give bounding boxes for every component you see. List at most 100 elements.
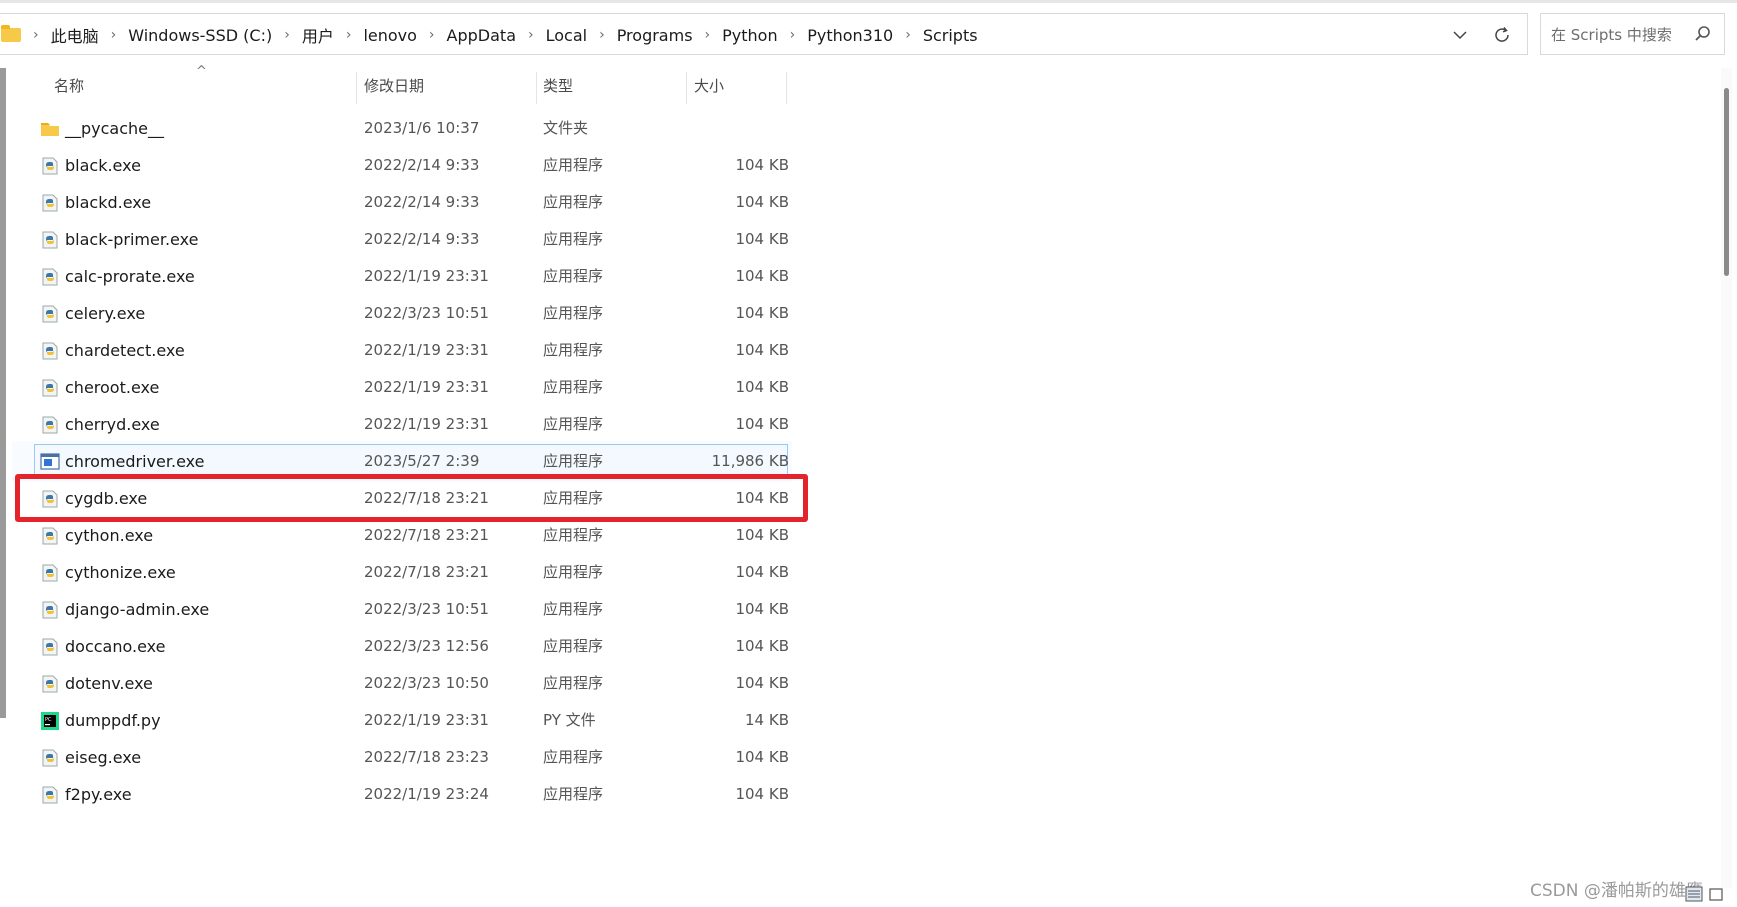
python-exe-icon bbox=[40, 267, 60, 287]
table-row[interactable]: black-primer.exe 2022/2/14 9:33 应用程序 104 KB bbox=[12, 219, 792, 260]
file-name[interactable]: cheroot.exe bbox=[65, 367, 159, 408]
refresh-icon[interactable] bbox=[1491, 24, 1513, 46]
file-size: 104 KB bbox=[735, 674, 789, 692]
file-type: 应用程序 bbox=[543, 267, 604, 285]
file-size: 104 KB bbox=[735, 785, 789, 803]
table-row[interactable]: black.exe 2022/2/14 9:33 应用程序 104 KB bbox=[12, 145, 792, 186]
table-row[interactable]: __pycache__ 2023/1/6 10:37 文件夹 bbox=[12, 108, 792, 149]
file-date: 2022/2/14 9:33 bbox=[364, 230, 480, 248]
breadcrumb-item[interactable]: AppData bbox=[443, 26, 520, 45]
folder-icon bbox=[1, 25, 21, 42]
file-name[interactable]: cythonize.exe bbox=[65, 552, 176, 593]
vertical-scrollbar-thumb[interactable] bbox=[1724, 88, 1729, 276]
column-type-header[interactable]: 类型 bbox=[543, 68, 573, 104]
file-type: 应用程序 bbox=[543, 415, 604, 433]
table-row[interactable]: eiseg.exe 2022/7/18 23:23 应用程序 104 KB bbox=[12, 737, 792, 778]
file-name[interactable]: f2py.exe bbox=[65, 774, 132, 815]
file-name[interactable]: dumppdf.py bbox=[65, 700, 161, 741]
breadcrumb-item[interactable]: Local bbox=[542, 26, 591, 45]
file-size: 104 KB bbox=[735, 600, 789, 618]
search-icon[interactable] bbox=[1693, 24, 1713, 44]
file-date: 2022/7/18 23:23 bbox=[364, 748, 489, 766]
file-type: 应用程序 bbox=[543, 637, 604, 655]
table-row[interactable]: cherryd.exe 2022/1/19 23:31 应用程序 104 KB bbox=[12, 404, 792, 445]
breadcrumb-item[interactable]: Python310 bbox=[803, 26, 897, 45]
chevron-right-icon[interactable]: › bbox=[520, 27, 542, 43]
file-size: 14 KB bbox=[745, 711, 789, 729]
table-row[interactable]: django-admin.exe 2022/3/23 10:51 应用程序 104 K… bbox=[12, 589, 792, 630]
column-header: 名称 ^ 修改日期 类型 大小 bbox=[12, 64, 812, 104]
view-toggle-icons[interactable] bbox=[1680, 884, 1730, 904]
file-name[interactable]: eiseg.exe bbox=[65, 737, 141, 778]
file-name[interactable]: django-admin.exe bbox=[65, 589, 209, 630]
table-row[interactable]: chardetect.exe 2022/1/19 23:31 应用程序 104 KB bbox=[12, 330, 792, 371]
navigation-pane-scrollbar[interactable] bbox=[0, 68, 6, 718]
file-name[interactable]: black.exe bbox=[65, 145, 141, 186]
python-exe-icon bbox=[40, 748, 60, 768]
file-name[interactable]: dotenv.exe bbox=[65, 663, 153, 704]
file-type: 应用程序 bbox=[543, 230, 604, 248]
breadcrumb-item[interactable]: Programs bbox=[613, 26, 697, 45]
address-bar[interactable]: › 此电脑 › Windows-SSD (C:) › 用户 › lenovo › AppData ›… bbox=[0, 13, 1528, 55]
file-type: PY 文件 bbox=[543, 711, 596, 729]
chevron-right-icon[interactable]: › bbox=[276, 27, 298, 43]
file-name[interactable]: doccano.exe bbox=[65, 626, 165, 667]
chevron-right-icon[interactable]: › bbox=[338, 27, 360, 43]
breadcrumb-item[interactable]: Windows-SSD (C:) bbox=[124, 26, 276, 45]
chevron-right-icon[interactable]: › bbox=[103, 27, 125, 43]
chevron-right-icon[interactable]: › bbox=[421, 27, 443, 43]
svg-text:PC: PC bbox=[45, 717, 52, 723]
column-divider[interactable] bbox=[786, 72, 787, 104]
file-date: 2022/1/19 23:24 bbox=[364, 785, 489, 803]
breadcrumb-item[interactable]: lenovo bbox=[359, 26, 420, 45]
python-exe-icon bbox=[40, 378, 60, 398]
search-input[interactable] bbox=[1549, 22, 1693, 48]
table-row[interactable]: f2py.exe 2022/1/19 23:24 应用程序 104 KB bbox=[12, 774, 792, 815]
column-divider[interactable] bbox=[686, 72, 687, 104]
file-name[interactable]: chardetect.exe bbox=[65, 330, 185, 371]
chevron-right-icon[interactable]: › bbox=[782, 27, 804, 43]
file-date: 2023/1/6 10:37 bbox=[364, 119, 480, 137]
file-type: 应用程序 bbox=[543, 600, 604, 618]
breadcrumb-item[interactable]: 用户 bbox=[298, 23, 338, 47]
column-divider[interactable] bbox=[356, 72, 357, 104]
python-exe-icon bbox=[40, 156, 60, 176]
breadcrumb-item[interactable]: Python bbox=[718, 26, 781, 45]
chevron-right-icon[interactable]: › bbox=[897, 27, 919, 43]
chevron-down-icon[interactable] bbox=[1450, 25, 1470, 45]
table-row[interactable]: cythonize.exe 2022/7/18 23:21 应用程序 104 KB bbox=[12, 552, 792, 593]
file-type: 应用程序 bbox=[543, 785, 604, 803]
table-row[interactable]: cheroot.exe 2022/1/19 23:31 应用程序 104 KB bbox=[12, 367, 792, 408]
column-size-header[interactable]: 大小 bbox=[694, 68, 724, 104]
chevron-right-icon[interactable]: › bbox=[697, 27, 719, 43]
file-name[interactable]: calc-prorate.exe bbox=[65, 256, 195, 297]
file-type: 应用程序 bbox=[543, 748, 604, 766]
table-row[interactable]: calc-prorate.exe 2022/1/19 23:31 应用程序 104 K… bbox=[12, 256, 792, 297]
window-top-edge bbox=[0, 0, 1737, 3]
python-exe-icon bbox=[40, 637, 60, 657]
file-name[interactable]: blackd.exe bbox=[65, 182, 151, 223]
table-row[interactable]: dotenv.exe 2022/3/23 10:50 应用程序 104 KB bbox=[12, 663, 792, 704]
breadcrumb-item[interactable]: 此电脑 bbox=[47, 23, 103, 47]
table-row[interactable]: celery.exe 2022/3/23 10:51 应用程序 104 KB bbox=[12, 293, 792, 334]
column-divider[interactable] bbox=[536, 72, 537, 104]
table-row[interactable]: blackd.exe 2022/2/14 9:33 应用程序 104 KB bbox=[12, 182, 792, 223]
breadcrumb-item[interactable]: Scripts bbox=[919, 26, 982, 45]
chevron-right-icon[interactable]: › bbox=[591, 27, 613, 43]
chevron-right-icon[interactable]: › bbox=[25, 27, 47, 43]
table-row[interactable]: PC dumppdf.py 2022/1/19 23:31 PY 文件 14 KB bbox=[12, 700, 792, 741]
python-exe-icon bbox=[40, 304, 60, 324]
search-box[interactable] bbox=[1540, 13, 1725, 55]
file-size: 104 KB bbox=[735, 637, 789, 655]
file-name[interactable]: __pycache__ bbox=[65, 108, 164, 149]
file-type: 应用程序 bbox=[543, 378, 604, 396]
file-name[interactable]: cherryd.exe bbox=[65, 404, 160, 445]
file-date: 2022/3/23 10:51 bbox=[364, 600, 489, 618]
python-exe-icon bbox=[40, 785, 60, 805]
file-name[interactable]: celery.exe bbox=[65, 293, 145, 334]
file-name[interactable]: black-primer.exe bbox=[65, 219, 198, 260]
python-exe-icon bbox=[40, 526, 60, 546]
column-date-header[interactable]: 修改日期 bbox=[364, 68, 424, 104]
table-row[interactable]: doccano.exe 2022/3/23 12:56 应用程序 104 KB bbox=[12, 626, 792, 667]
column-name-header[interactable]: 名称 bbox=[54, 68, 84, 104]
